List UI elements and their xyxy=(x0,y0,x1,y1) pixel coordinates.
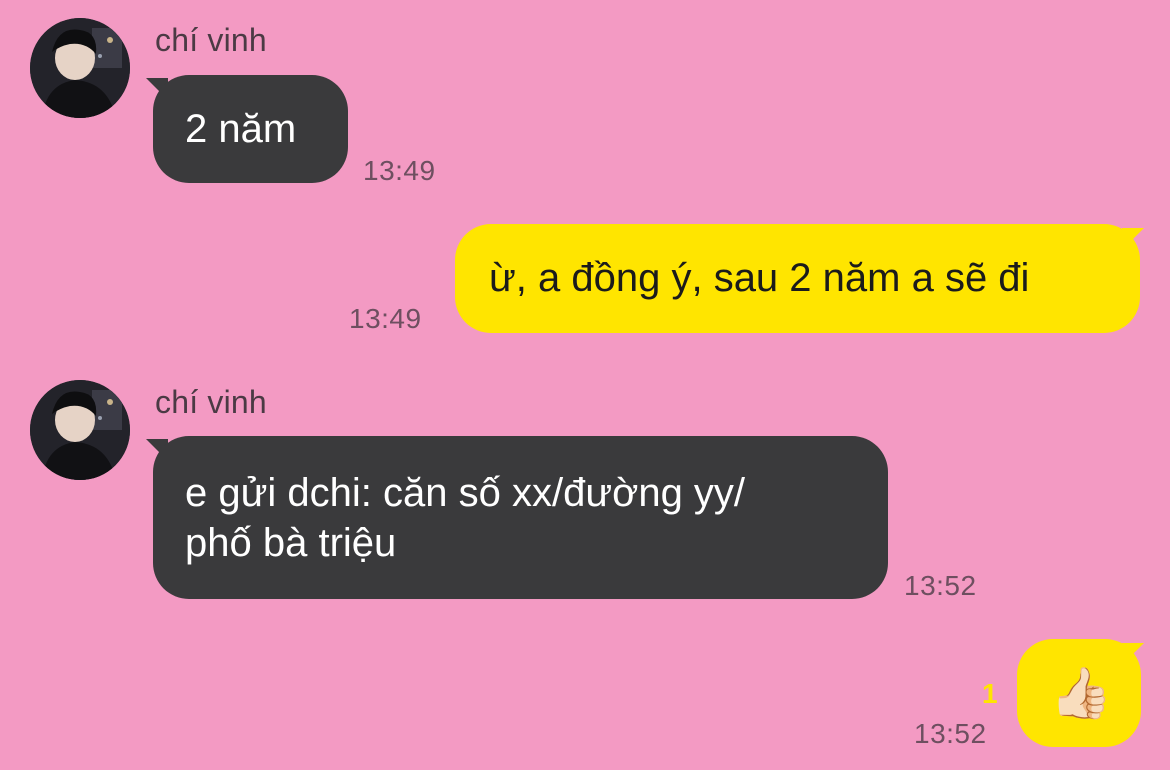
message-timestamp: 13:49 xyxy=(363,155,436,186)
message-bubble-outgoing[interactable]: 👍🏻 xyxy=(1017,639,1141,747)
message-text: ừ, a đồng ý, sau 2 năm a sẽ đi xyxy=(489,256,1030,300)
avatar[interactable] xyxy=(30,18,130,118)
message-bubble-outgoing[interactable]: ừ, a đồng ý, sau 2 năm a sẽ đi xyxy=(455,224,1140,333)
sender-name: chí vinh xyxy=(155,22,267,58)
avatar[interactable] xyxy=(30,380,130,480)
message-timestamp: 13:52 xyxy=(904,570,977,601)
message-text: 2 năm xyxy=(185,107,297,151)
message-text: e gửi dchi: căn số xx/đường yy/ phố bà t… xyxy=(185,471,746,565)
message-timestamp: 13:49 xyxy=(349,303,422,334)
sender-name: chí vinh xyxy=(155,384,267,420)
message-bubble-incoming[interactable]: e gửi dchi: căn số xx/đường yy/ phố bà t… xyxy=(153,436,888,599)
unread-count: 1 xyxy=(982,678,998,709)
message-timestamp: 13:52 xyxy=(914,718,987,749)
thumbs-up-icon: 👍🏻 xyxy=(1050,665,1113,721)
message-bubble-incoming[interactable]: 2 năm xyxy=(153,75,348,183)
